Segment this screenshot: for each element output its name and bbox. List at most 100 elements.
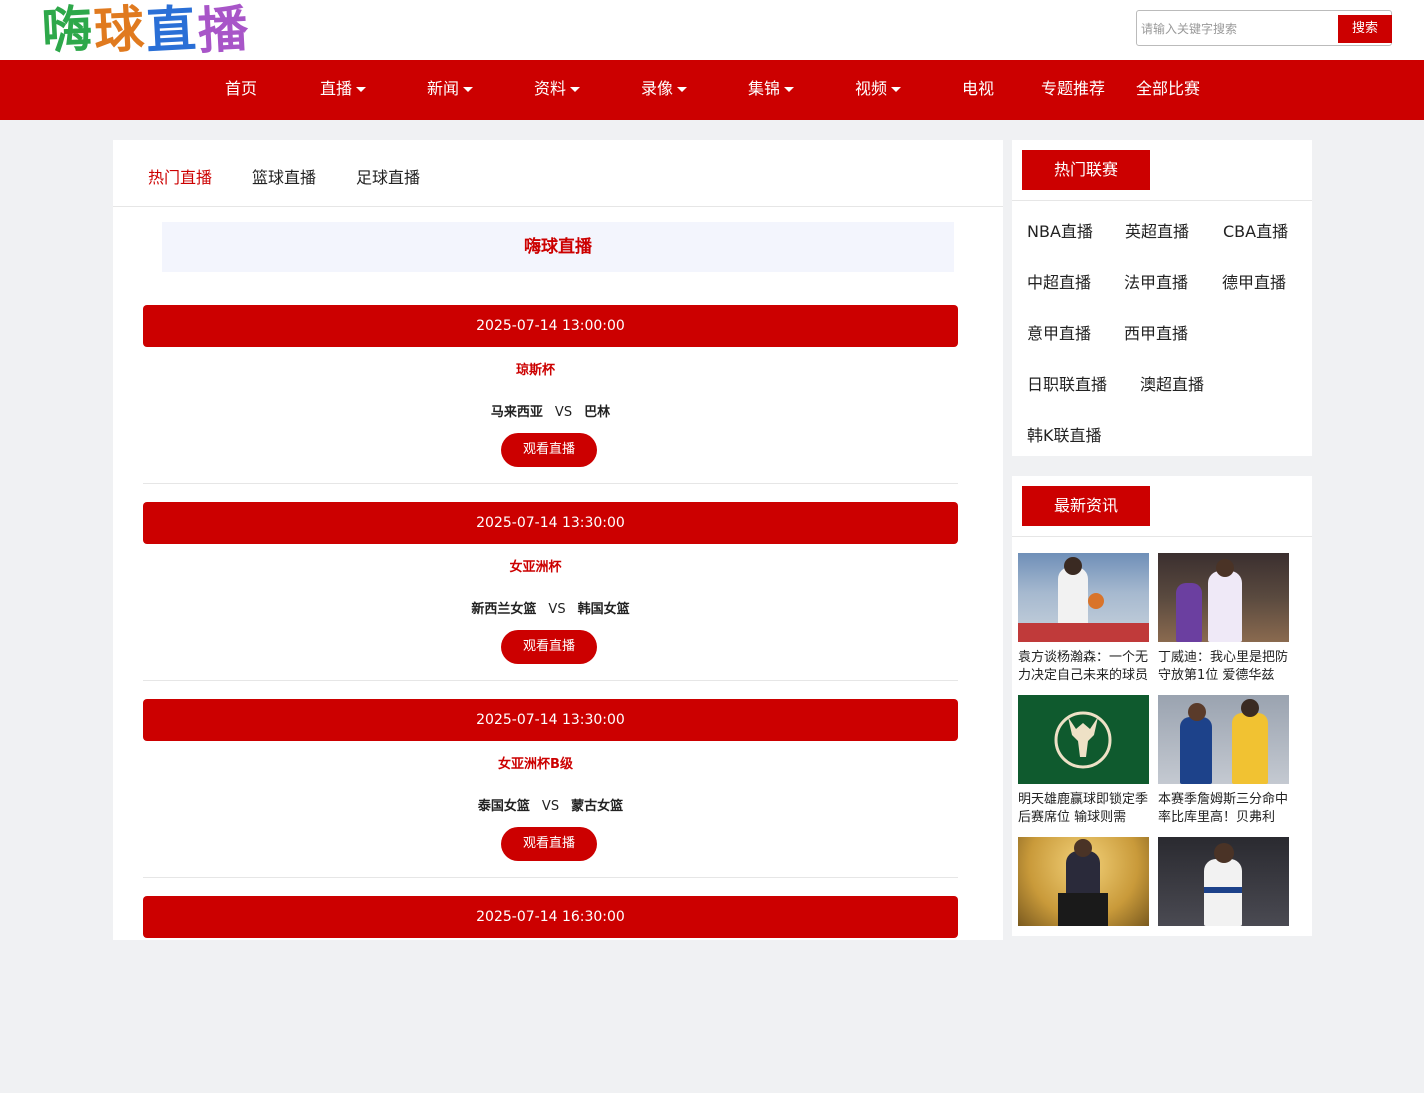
nav-item-news[interactable]: 新闻 — [427, 60, 474, 120]
site-logo[interactable]: 嗨球直播 — [40, 0, 252, 61]
league-link[interactable]: 中超直播 — [1027, 269, 1091, 293]
nav-item-tv[interactable]: 电视 — [962, 60, 994, 120]
site-header: 嗨球直播 搜索 — [0, 0, 1424, 60]
news-item[interactable]: 明天雄鹿赢球即锁定季后赛席位 输球则需 — [1018, 695, 1149, 827]
nav-item-home[interactable]: 首页 — [225, 60, 257, 120]
news-title[interactable]: 袁方谈杨瀚森：一个无力决定自己未来的球员 — [1018, 649, 1149, 685]
player-head — [1241, 699, 1259, 717]
away-team[interactable]: 巴林 — [584, 405, 610, 420]
watch-live-button[interactable]: 观看直播 — [501, 827, 597, 861]
nav-item-topics[interactable]: 专题推荐 — [1041, 60, 1105, 120]
tab-hot-live[interactable]: 热门直播 — [148, 164, 212, 188]
tab-football-live[interactable]: 足球直播 — [356, 164, 420, 188]
nav-item-all-matches[interactable]: 全部比赛 — [1136, 60, 1200, 120]
league-link[interactable]: 德甲直播 — [1222, 269, 1286, 293]
live-tabs: 热门直播 篮球直播 足球直播 — [113, 140, 1003, 207]
player-figure — [1180, 717, 1212, 784]
nav-label: 直播 — [320, 79, 353, 98]
news-thumbnail[interactable] — [1018, 553, 1149, 642]
nav-label: 集锦 — [748, 79, 781, 98]
match-time: 2025-07-14 13:30:00 — [143, 699, 958, 741]
nav-item-replay[interactable]: 录像 — [641, 60, 688, 120]
nav-label: 全部比赛 — [1136, 79, 1201, 98]
nav-item-highlights[interactable]: 集锦 — [748, 60, 795, 120]
logo-char: 嗨 — [40, 0, 96, 61]
player-figure — [1208, 571, 1242, 642]
box-title: 热门联赛 — [1022, 150, 1150, 190]
caret-down-icon — [784, 87, 795, 92]
news-thumbnail[interactable] — [1158, 695, 1289, 784]
match-league[interactable]: 女亚洲杯 — [143, 556, 928, 575]
match-card: 2025-07-14 13:30:00 女亚洲杯B级 泰国女篮 VS 蒙古女篮 观看… — [143, 699, 958, 896]
search-box: 搜索 — [1136, 10, 1392, 46]
player-figure — [1232, 713, 1268, 784]
box-header: 热门联赛 — [1012, 140, 1312, 201]
player-head — [1214, 843, 1234, 863]
search-button[interactable]: 搜索 — [1338, 15, 1392, 43]
divider — [143, 680, 958, 681]
news-item[interactable]: 袁方谈杨瀚森：一个无力决定自己未来的球员 — [1018, 553, 1149, 685]
player-head — [1216, 559, 1234, 577]
news-thumbnail[interactable] — [1018, 695, 1149, 784]
league-link[interactable]: 日职联直播 — [1027, 371, 1107, 395]
away-team[interactable]: 蒙古女篮 — [571, 799, 623, 814]
home-team[interactable]: 新西兰女篮 — [471, 602, 536, 617]
watch-live-button[interactable]: 观看直播 — [501, 630, 597, 664]
home-team[interactable]: 泰国女篮 — [478, 799, 530, 814]
nav-label: 电视 — [962, 79, 995, 98]
section-banner: 嗨球直播 — [162, 222, 954, 272]
news-title[interactable]: 本赛季詹姆斯三分命中率比库里高！贝弗利 — [1158, 791, 1289, 827]
caret-down-icon — [570, 87, 581, 92]
match-league[interactable]: 女亚洲杯B级 — [143, 753, 928, 772]
nav-label: 专题推荐 — [1041, 79, 1106, 98]
league-link[interactable]: 澳超直播 — [1140, 371, 1204, 395]
bucks-logo-icon — [1054, 711, 1112, 769]
search-input[interactable] — [1139, 15, 1333, 43]
news-title[interactable]: 丁威迪：我心里是把防守放第1位 爱德华兹 — [1158, 649, 1289, 685]
match-card: 2025-07-14 13:30:00 女亚洲杯 新西兰女篮 VS 韩国女篮 观看直… — [143, 502, 958, 699]
league-link[interactable]: 西甲直播 — [1124, 320, 1188, 344]
news-thumbnail[interactable] — [1018, 837, 1149, 926]
away-team[interactable]: 韩国女篮 — [578, 602, 630, 617]
nav-item-data[interactable]: 资料 — [534, 60, 581, 120]
news-title[interactable] — [1018, 933, 1149, 969]
news-thumbnail[interactable] — [1158, 837, 1289, 926]
watch-live-button[interactable]: 观看直播 — [501, 433, 597, 467]
divider — [143, 483, 958, 484]
league-link[interactable]: NBA直播 — [1027, 218, 1093, 242]
court-floor — [1018, 623, 1149, 642]
match-teams: 马来西亚 VS 巴林 — [143, 401, 958, 420]
latest-news-box: 最新资讯 袁方谈杨瀚森：一个无力决定自己未来的球员 丁威迪：我心里是把防守放第1… — [1012, 476, 1312, 936]
caret-down-icon — [463, 87, 474, 92]
nav-item-video[interactable]: 视频 — [855, 60, 902, 120]
podium — [1058, 893, 1108, 926]
logo-char: 球 — [92, 0, 148, 61]
league-link[interactable]: 法甲直播 — [1124, 269, 1188, 293]
tab-basketball-live[interactable]: 篮球直播 — [252, 164, 316, 188]
caret-down-icon — [356, 87, 367, 92]
match-card: 2025-07-14 13:00:00 琼斯杯 马来西亚 VS 巴林 观看直播 — [143, 305, 958, 502]
live-list-panel: 热门直播 篮球直播 足球直播 嗨球直播 2025-07-14 13:00:00 … — [113, 140, 1003, 940]
news-item[interactable]: 本赛季詹姆斯三分命中率比库里高！贝弗利 — [1158, 695, 1289, 827]
home-team[interactable]: 马来西亚 — [491, 405, 543, 420]
match-league[interactable]: 琼斯杯 — [143, 359, 928, 378]
player-head — [1064, 557, 1082, 575]
league-link[interactable]: 英超直播 — [1125, 218, 1189, 242]
news-item[interactable]: 丁威迪：我心里是把防守放第1位 爱德华兹 — [1158, 553, 1289, 685]
match-time: 2025-07-14 13:00:00 — [143, 305, 958, 347]
vs-label: VS — [554, 405, 573, 420]
match-card: 2025-07-14 16:30:00 — [143, 896, 958, 1093]
league-link[interactable]: CBA直播 — [1223, 218, 1288, 242]
nav-label: 录像 — [641, 79, 674, 98]
nav-item-live[interactable]: 直播 — [320, 60, 367, 120]
nav-label: 新闻 — [427, 79, 460, 98]
league-link[interactable]: 韩K联直播 — [1027, 422, 1102, 446]
league-link[interactable]: 意甲直播 — [1027, 320, 1091, 344]
player-head — [1188, 703, 1206, 721]
news-title[interactable] — [1158, 933, 1289, 969]
news-thumbnail[interactable] — [1158, 553, 1289, 642]
news-title[interactable]: 明天雄鹿赢球即锁定季后赛席位 输球则需 — [1018, 791, 1149, 827]
logo-char: 播 — [196, 0, 252, 61]
news-item[interactable] — [1158, 837, 1289, 969]
news-item[interactable] — [1018, 837, 1149, 969]
